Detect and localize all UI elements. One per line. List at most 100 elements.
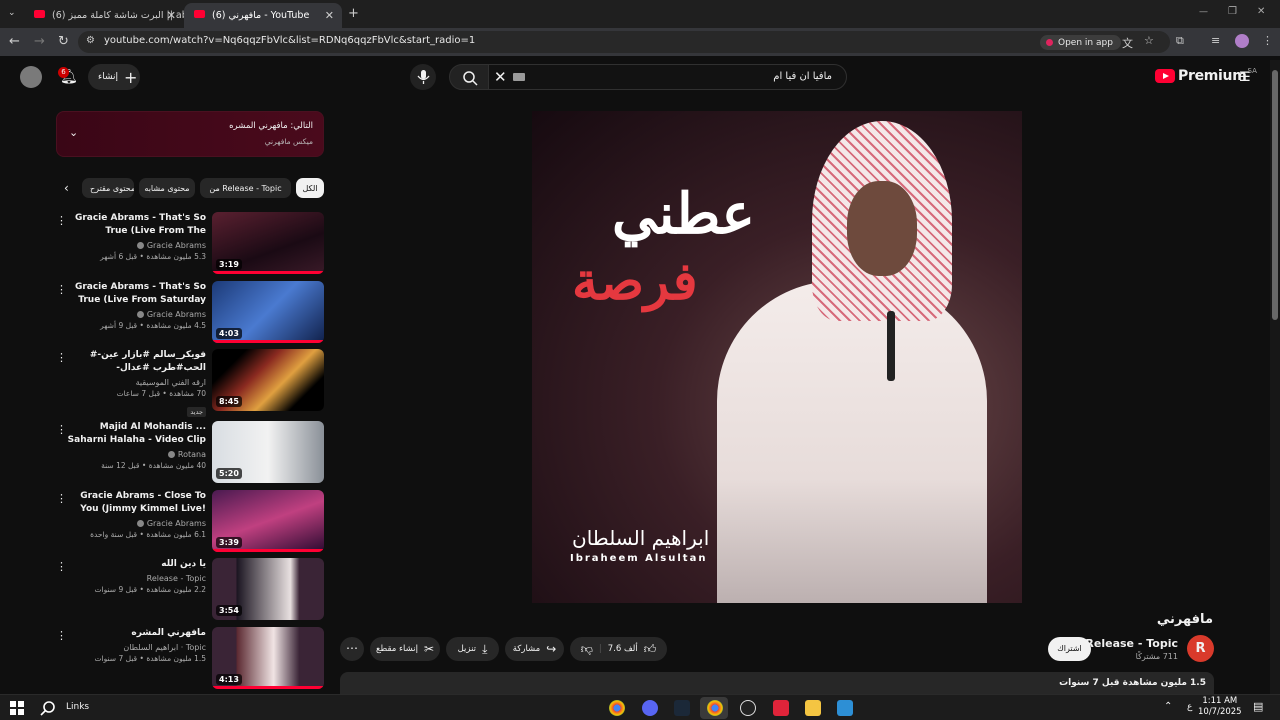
download-button[interactable]: تنزيل ⤓ [446,637,499,661]
item-menu-icon[interactable]: ⋮ [56,629,67,642]
item-menu-icon[interactable]: ⋮ [56,492,67,505]
video-title[interactable]: يا دين الله [66,558,206,571]
clear-search-icon[interactable]: ✕ [494,68,507,86]
video-thumbnail[interactable]: 4:13 [212,627,324,689]
video-title[interactable]: Majid Al Mohandis ... Saharni Halaha - V… [66,421,206,447]
steam-icon[interactable] [674,700,690,716]
scissors-icon: ✂ [423,642,435,656]
system-clock[interactable]: 1:11 AM 10/7/2025 [1198,696,1242,718]
open-in-app-button[interactable]: Open in app [1040,35,1121,50]
discord-icon[interactable] [642,700,658,716]
tab-search-icon[interactable]: ⌄ [8,8,16,18]
paint-icon[interactable] [837,700,853,716]
browser-tab-2-active[interactable]: (6) مافهرني - YouTube ✕ [184,3,342,28]
video-player[interactable]: عطني فرصة ابراهيم السلطان Ibraheem Alsul… [532,111,1022,603]
extensions-icon[interactable]: ⧉ [1176,34,1184,48]
back-icon[interactable]: ← [9,34,20,49]
chip-recommended[interactable]: محتوى مقترح [82,178,134,198]
close-tab-icon[interactable]: ✕ [167,9,176,22]
chip-all[interactable]: الكل [296,178,324,198]
clip-button[interactable]: إنشاء مقطع ✂ [370,637,440,661]
close-window-icon[interactable]: ✕ [1257,6,1265,17]
like-icon[interactable]: 👍︎ [644,642,657,657]
keyboard-icon[interactable] [513,73,525,81]
video-thumbnail[interactable]: 5:20 [212,421,324,483]
video-title[interactable]: Gracie Abrams - That's So True (Live Fro… [66,212,206,238]
address-bar[interactable]: ⚙ youtube.com/watch?v=Nq6qqzFbVlc&list=R… [78,31,1170,53]
links-toolbar[interactable]: Links [66,702,89,712]
speedometer-icon[interactable] [740,700,756,716]
dislike-icon[interactable]: 👎︎ [581,642,593,657]
subscribe-button[interactable]: اشتراك [1048,637,1091,661]
mix-playlist-panel[interactable]: التالي: مافهرني المشره ميكس مافهرني ⌄ [56,111,324,157]
more-actions-icon[interactable]: ⋯ [340,637,364,661]
scrollbar-thumb[interactable] [1272,70,1278,320]
list-item[interactable]: 3:54 يا دين الله Release - Topic 2.2 ملي… [56,558,324,620]
chip-from-channel[interactable]: من Release - Topic [200,178,291,198]
item-menu-icon[interactable]: ⋮ [56,423,67,436]
new-tab-icon[interactable]: + [348,6,359,21]
list-item[interactable]: 5:20 Majid Al Mohandis ... Saharni Halah… [56,421,324,483]
windows-start-icon[interactable] [10,701,24,715]
channel-name[interactable]: Release - Topic [1085,637,1178,650]
video-thumbnail[interactable]: 4:03 [212,281,324,343]
video-title[interactable]: Gracie Abrams - That's So True (Live Fro… [66,281,206,307]
voice-search-button[interactable] [410,64,436,90]
item-menu-icon[interactable]: ⋮ [56,560,67,573]
file-explorer-icon[interactable] [805,700,821,716]
video-title[interactable]: #فويكر_سالم #بازار عين-الحب#طرب #عدال-خي… [66,349,206,375]
video-title[interactable]: Gracie Abrams - Close To You (Jimmy Kimm… [66,490,206,516]
progress-bar [212,271,324,274]
chrome-active-icon[interactable] [707,700,723,716]
list-item[interactable]: 4:03 Gracie Abrams - That's So True (Liv… [56,281,324,343]
video-thumbnail[interactable]: 3:54 [212,558,324,620]
artwork-title-line-2: فرصة [572,251,698,312]
browser-menu-icon[interactable]: ⋮ [1262,34,1273,47]
url-text[interactable]: youtube.com/watch?v=Nq6qqzFbVlc&list=RDN… [104,35,475,46]
list-item[interactable]: 4:13 مافهرني المشره ابراهيم السلطان · To… [56,627,324,689]
duration-badge: 3:39 [216,537,242,548]
description-box[interactable]: 1.5 مليون مشاهدة قبل 7 سنوات [340,672,1214,694]
browser-tab-strip: ⌄ (6) البرت شاشة كاملة مميز || ‎abe ✕ (6… [0,0,1280,28]
bookmark-star-icon[interactable]: ☆ [1144,34,1154,47]
site-info-icon[interactable]: ⚙ [86,35,95,46]
browser-tab-1[interactable]: (6) البرت شاشة كاملة مميز || ‎abe ✕ [24,3,184,28]
chevron-left-icon[interactable]: ‹ [64,181,69,195]
search-input[interactable]: ✕ مافيا ان فيا ام [488,64,847,90]
share-button[interactable]: مشاركة ↪ [505,637,564,661]
item-menu-icon[interactable]: ⋮ [56,283,67,296]
list-item[interactable]: 3:19 Gracie Abrams - That's So True (Liv… [56,212,324,274]
maximize-icon[interactable]: ❐ [1228,6,1237,17]
language-indicator[interactable]: ع [1187,702,1192,712]
media-control-icon[interactable]: ≡ [1211,34,1220,47]
search-button[interactable] [449,64,489,90]
close-tab-icon[interactable]: ✕ [325,9,334,22]
forward-icon[interactable]: → [34,34,45,49]
video-title[interactable]: مافهرني المشره [66,627,206,640]
chip-similar[interactable]: محتوى مشابه [139,178,195,198]
guide-menu-icon[interactable]: ☰ [1239,70,1252,85]
video-thumbnail[interactable]: 8:45 [212,349,324,411]
account-avatar[interactable] [20,66,42,88]
list-item[interactable]: 8:45 #فويكر_سالم #بازار عين-الحب#طرب #عد… [56,349,324,417]
chrome-icon[interactable] [609,700,625,716]
video-thumbnail[interactable]: 3:19 [212,212,324,274]
notification-center-icon[interactable]: ▤ [1253,700,1263,713]
item-menu-icon[interactable]: ⋮ [56,214,67,227]
search-query[interactable]: مافيا ان فيا ام [773,71,832,82]
tray-chevron-icon[interactable]: ⌃ [1164,701,1172,712]
video-app-icon[interactable] [773,700,789,716]
list-item[interactable]: 3:39 Gracie Abrams - Close To You (Jimmy… [56,490,324,552]
page-scrollbar[interactable] [1270,60,1280,694]
translate-icon[interactable]: 文 [1122,35,1133,51]
channel-avatar[interactable]: R [1187,635,1214,662]
reload-icon[interactable]: ↻ [58,34,69,49]
search-icon[interactable] [40,700,56,716]
profile-avatar[interactable] [1235,34,1249,48]
item-menu-icon[interactable]: ⋮ [56,351,67,364]
create-button[interactable]: إنشاء + [88,64,140,90]
chevron-down-icon[interactable]: ⌄ [69,126,78,139]
video-thumbnail[interactable]: 3:39 [212,490,324,552]
minimize-icon[interactable]: — [1199,7,1208,17]
like-count[interactable]: 7.6 ألف [608,644,638,654]
